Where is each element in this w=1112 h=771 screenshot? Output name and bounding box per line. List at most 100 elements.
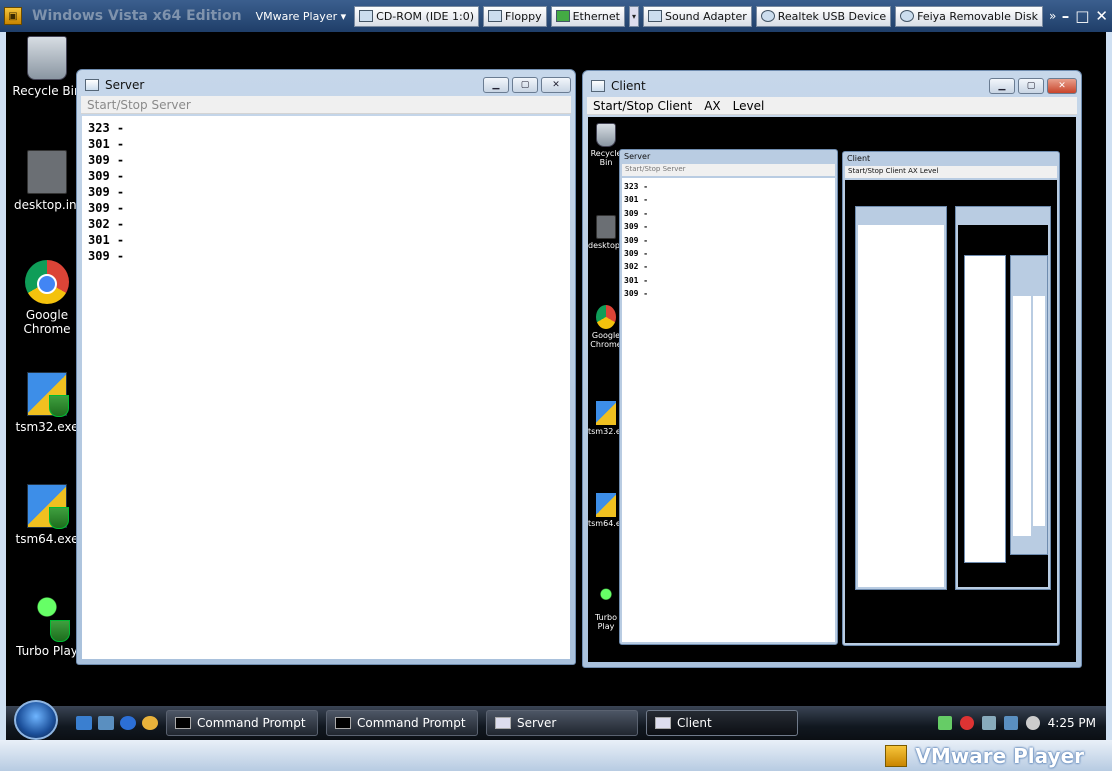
taskbar-item-command-prompt-2[interactable]: Command Prompt [326, 710, 478, 736]
window-controls: – □ ✕ [1062, 7, 1108, 25]
maximize-button[interactable]: ▢ [512, 77, 538, 93]
nested-window-title: Server [624, 152, 651, 161]
log-line: 309 - [88, 153, 125, 167]
log-line: 309 - [624, 249, 649, 259]
recursive-window-body [1013, 296, 1031, 536]
security-alert-icon[interactable] [959, 716, 974, 730]
client-title-bar[interactable]: Client ▁ ▢ ✕ [587, 75, 1077, 97]
device-floppy-button[interactable]: Floppy [483, 5, 547, 27]
maximize-button[interactable]: □ [1075, 7, 1089, 25]
taskbar-item-command-prompt-1[interactable]: Command Prompt [166, 710, 318, 736]
nested-client-window: Client Start/Stop Client AX Level [842, 151, 1060, 646]
log-line: 301 - [88, 233, 125, 247]
log-line: 309 - [88, 201, 125, 215]
network-status-icon[interactable] [1003, 716, 1018, 730]
ethernet-dropdown[interactable]: ▾ [628, 5, 639, 27]
ethernet-icon [555, 10, 570, 22]
more-devices-chevron-icon[interactable]: » [1049, 9, 1056, 23]
taskbar-item-label: Client [677, 716, 712, 730]
log-line: 301 - [624, 275, 649, 285]
recursive-client-window [1010, 255, 1048, 555]
window-app-icon [591, 80, 605, 92]
speaker-icon [647, 10, 662, 22]
log-line: 301 - [624, 195, 649, 205]
close-button[interactable]: ✕ [541, 77, 571, 93]
log-line: 323 - [88, 121, 125, 135]
device-feiya-disk-button[interactable]: Feiya Removable Disk [895, 5, 1043, 27]
log-line: 323 - [624, 182, 649, 191]
device-sound-button[interactable]: Sound Adapter [642, 5, 752, 27]
vmware-player-window: ▣ Windows Vista x64 Edition VMware Playe… [0, 0, 1112, 771]
log-line: 309 - [624, 222, 649, 232]
menu-start-stop-client[interactable]: Start/Stop Client [593, 99, 692, 113]
volume-icon[interactable] [1025, 716, 1040, 730]
window-app-icon [85, 79, 99, 91]
device-cdrom-button[interactable]: CD-ROM (IDE 1:0) [354, 5, 479, 27]
recursive-window-body [858, 225, 944, 587]
desktop-icon-turbo-play[interactable]: Turbo Play [8, 596, 86, 658]
log-line: 309 - [88, 249, 125, 263]
taskbar-item-label: Server [517, 716, 557, 730]
chrome-icon [596, 305, 616, 329]
desktop-icon-label: tsm64.exe [15, 532, 79, 546]
vmware-player-menu[interactable]: VMware Player ▾ [252, 10, 351, 23]
server-log: 323 - 301 - 309 - 309 - 309 - 309 - 302 … [82, 116, 570, 268]
minimize-button[interactable]: – [1062, 7, 1070, 25]
desktop-icon-recycle-bin[interactable]: Recycle Bin [8, 36, 86, 98]
messenger-icon[interactable] [142, 716, 158, 730]
menu-ax[interactable]: AX [704, 99, 720, 113]
device-ethernet-button[interactable]: Ethernet [550, 5, 625, 27]
desktop-icon-tsm32[interactable]: tsm32.exe [8, 372, 86, 434]
tsm32-app-icon [27, 372, 69, 417]
recursive-server-window [964, 255, 1006, 563]
device-label: Floppy [505, 9, 542, 23]
nested-remote-view [845, 180, 1057, 643]
device-realtek-usb-button[interactable]: Realtek USB Device [755, 5, 892, 27]
start-orb-button[interactable] [14, 700, 58, 740]
menu-start-stop-server[interactable]: Start/Stop Server [87, 98, 191, 112]
internet-explorer-icon[interactable] [120, 716, 136, 730]
device-label: Feiya Removable Disk [917, 9, 1038, 23]
vm-title: Windows Vista x64 Edition [32, 8, 242, 24]
minimize-button[interactable]: ▁ [483, 77, 509, 93]
switch-windows-icon[interactable] [98, 716, 114, 730]
usb-icon [760, 10, 775, 22]
desktop-icon-google-chrome[interactable]: Google Chrome [8, 260, 86, 336]
taskbar-item-label: Command Prompt [197, 716, 306, 730]
nested-server-log-area: 323 - 301 - 309 - 309 - 309 - 309 - 302 … [622, 178, 835, 642]
desktop-icon-label: Turbo Play [16, 644, 78, 658]
tsm64-app-icon [27, 484, 69, 529]
remote-screen-view[interactable]: Recycle Bin desktop.ini Google Chrome ts… [588, 117, 1076, 662]
show-desktop-icon[interactable] [76, 716, 92, 730]
close-button[interactable]: ✕ [1047, 78, 1077, 94]
server-log-area[interactable]: 323 - 301 - 309 - 309 - 309 - 309 - 302 … [82, 116, 570, 659]
mini-icon-label: Turbo Play [594, 613, 617, 631]
device-label: Realtek USB Device [777, 9, 887, 23]
log-line: 309 - [624, 235, 649, 245]
taskbar-item-server[interactable]: Server [486, 710, 638, 736]
desktop-icon-tsm64[interactable]: tsm64.exe [8, 484, 86, 546]
server-window[interactable]: Server ▁ ▢ ✕ Start/Stop Server 323 - 301… [76, 69, 576, 665]
taskbar-item-client[interactable]: Client [646, 710, 798, 736]
window-title: Client [611, 79, 646, 93]
desktop-icon-label: tsm32.exe [15, 420, 79, 434]
desktop-icon-label: Recycle Bin [12, 84, 82, 98]
server-title-bar[interactable]: Server ▁ ▢ ✕ [81, 74, 571, 96]
maximize-button[interactable]: ▢ [1018, 78, 1044, 94]
guest-taskbar: Command Prompt Command Prompt Server Cli… [6, 700, 1106, 740]
nested-menubar: Start/Stop Client AX Level [845, 166, 1057, 178]
network-icon[interactable] [937, 716, 952, 730]
nested-server-log: 323 - 301 - 309 - 309 - 309 - 309 - 302 … [622, 178, 835, 303]
recursive-window-body [958, 225, 1048, 587]
mini-icon-label: Google Chrome [590, 331, 622, 349]
minimize-button[interactable]: ▁ [989, 78, 1015, 94]
device-icon[interactable] [981, 716, 996, 730]
menu-level[interactable]: Level [733, 99, 765, 113]
vmware-footer-brand: VMware Player [915, 743, 1084, 768]
mini-icon-label: Recycle Bin [590, 149, 622, 167]
desktop-icon-desktop-ini[interactable]: desktop.ini [8, 150, 86, 212]
log-line: 302 - [624, 262, 649, 272]
clock[interactable]: 4:25 PM [1048, 716, 1096, 730]
client-window[interactable]: Client ▁ ▢ ✕ Start/Stop Client AX Level … [582, 70, 1082, 668]
close-button[interactable]: ✕ [1095, 7, 1108, 25]
